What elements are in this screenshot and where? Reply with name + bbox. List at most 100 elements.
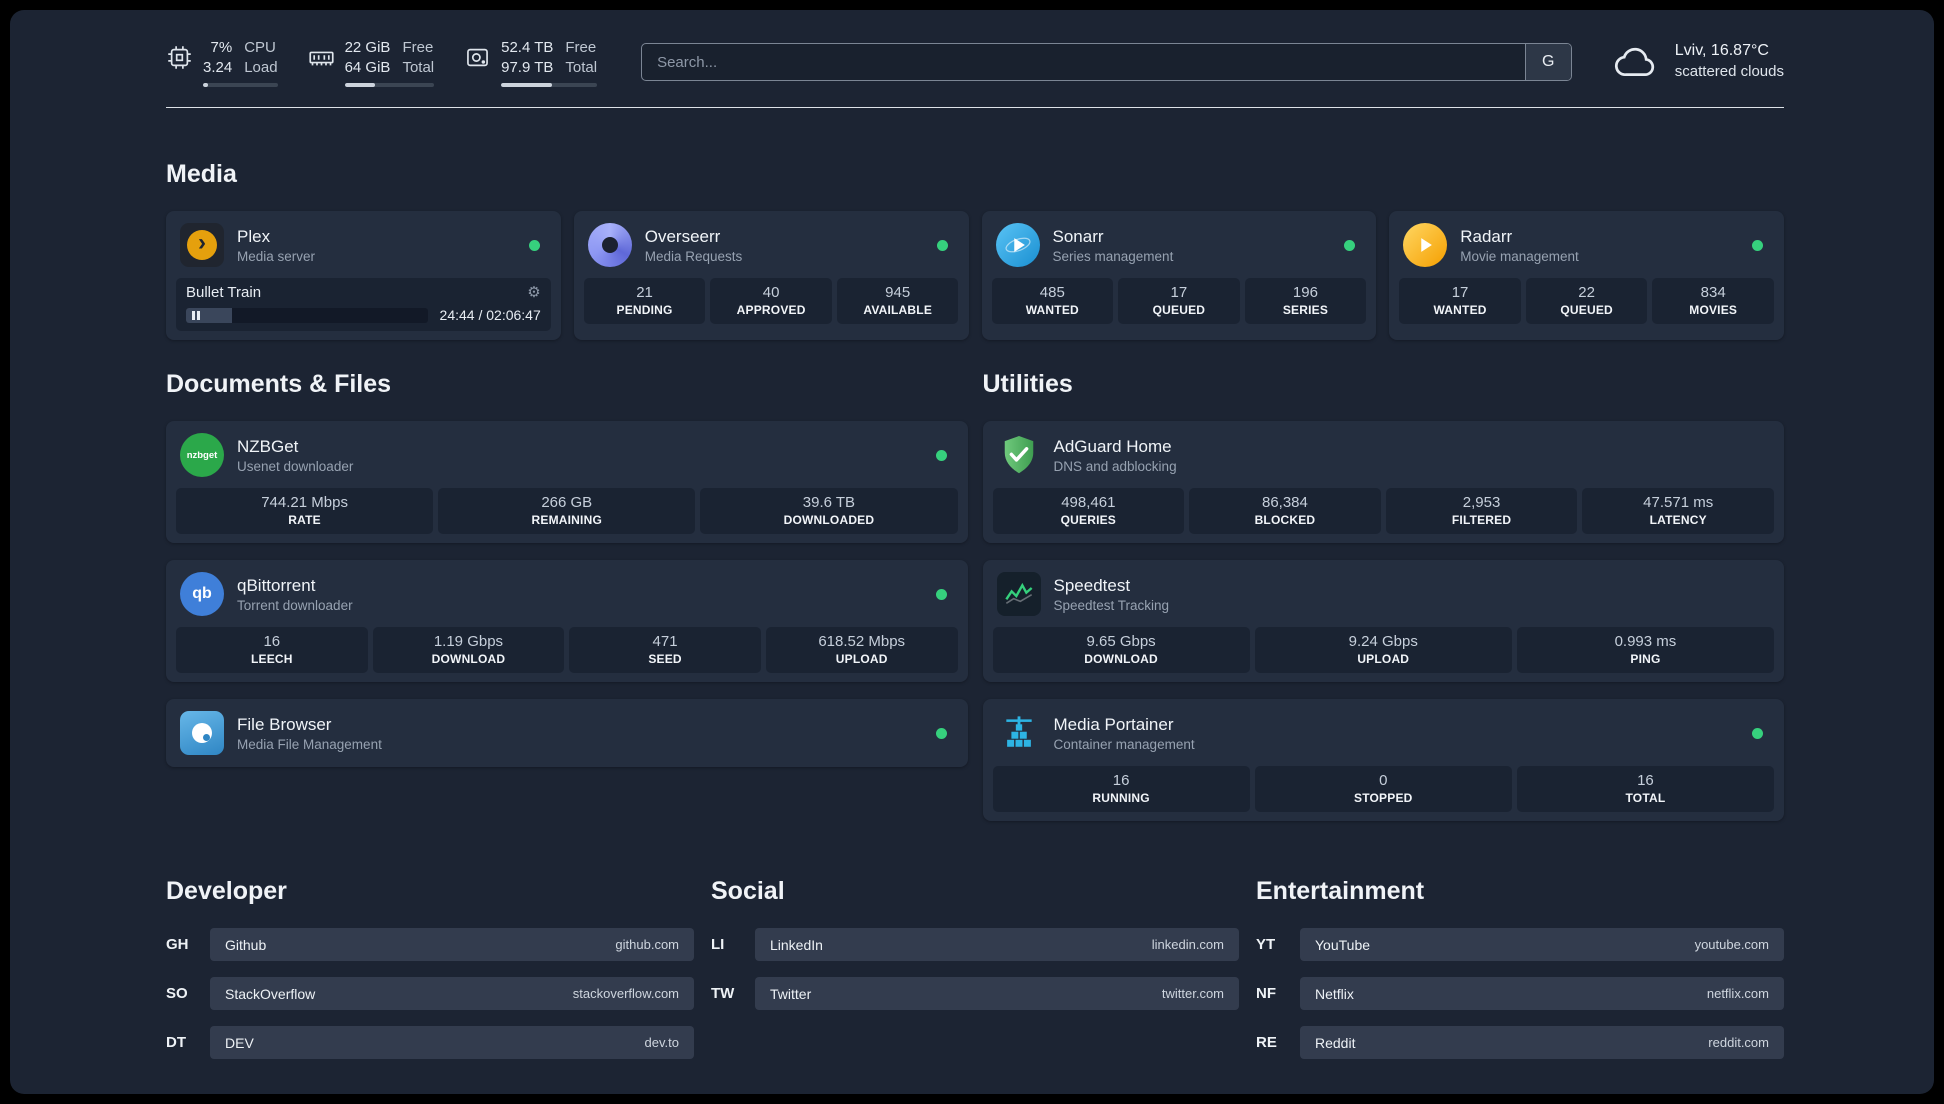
weather-condition: scattered clouds [1674, 62, 1784, 80]
service-subtitle: Media File Management [237, 736, 382, 752]
service-card-speedtest[interactable]: Speedtest Speedtest Tracking 9.65 Gbps D… [982, 560, 1784, 682]
overseerr-icon [587, 223, 632, 267]
cpu-label-top: CPU [244, 39, 276, 56]
memory-label-total: Total [402, 58, 435, 76]
bookmark-stackoverflow[interactable]: SO StackOverflow stackoverflow.com [166, 977, 694, 1010]
plex-icon: › [180, 223, 224, 267]
memory-usage-bar [344, 83, 435, 87]
media-section-title: Media [166, 160, 237, 188]
service-subtitle: Series management [1052, 248, 1174, 264]
stat-series: 196 SERIES [1244, 278, 1367, 324]
service-name: NZBGet [237, 436, 299, 456]
stat-upload: 618.52 Mbps UPLOAD [765, 627, 958, 673]
service-card-sonarr[interactable]: Sonarr Series management 485 WANTED 17 Q… [981, 211, 1377, 340]
bookmark-github[interactable]: GH Github github.com [166, 928, 694, 961]
bookmark-linkedin[interactable]: LI LinkedIn linkedin.com [711, 928, 1239, 961]
cpu-icon [168, 46, 191, 69]
qbittorrent-icon: qb [180, 572, 224, 616]
disk-label-total: Total [565, 58, 598, 76]
bookmark-youtube[interactable]: YT YouTube youtube.com [1256, 928, 1784, 961]
service-card-filebrowser[interactable]: File Browser Media File Management [166, 699, 968, 767]
service-card-qbittorrent[interactable]: qb qBittorrent Torrent downloader 16 LEE… [166, 560, 968, 682]
service-card-nzbget[interactable]: nzbget NZBGet Usenet downloader 744.21 M… [166, 421, 968, 543]
playback-progress-bar[interactable] [186, 307, 428, 323]
bookmark-dev[interactable]: DT DEV dev.to [166, 1026, 694, 1059]
service-card-adguard[interactable]: AdGuard Home DNS and adblocking 498,461 … [982, 421, 1784, 543]
stat-rate: 744.21 Mbps RATE [176, 488, 434, 534]
plex-now-playing: Bullet Train ⚙ 24:44 / 02:06:47 [176, 278, 551, 331]
memory-free-value: 22 GiB [344, 39, 391, 56]
status-dot [1344, 239, 1356, 251]
service-subtitle: DNS and adblocking [1053, 458, 1177, 474]
stat-download: 9.65 Gbps DOWNLOAD [992, 627, 1250, 673]
service-name: Overseerr [644, 226, 721, 246]
cpu-usage-bar [203, 83, 278, 87]
bookmark-reddit[interactable]: RE Reddit reddit.com [1256, 1026, 1784, 1059]
disk-widget: 52.4 TB 97.9 TB Free Total [464, 38, 598, 87]
search-provider-button[interactable]: G [1524, 44, 1571, 80]
status-dot [1752, 239, 1763, 251]
section-utilities: Utilities AdGuard Home DNS and adblockin… [982, 370, 1784, 821]
cpu-label-bottom: Load [244, 58, 278, 76]
stat-stopped: 0 STOPPED [1254, 766, 1512, 812]
sonarr-icon [995, 223, 1040, 267]
bookmark-group-entertainment: Entertainment YT YouTube youtube.com NF … [1256, 877, 1784, 1059]
dashboard-panel: 7% 3.24 CPU Load 22 GiB 64 GiB Free Tota… [10, 10, 1934, 1094]
speedtest-icon [996, 572, 1041, 616]
service-name: Radarr [1460, 226, 1513, 246]
section-media: Media › Plex Media server Bullet Train ⚙… [166, 160, 1784, 340]
filebrowser-icon [180, 711, 224, 755]
service-card-radarr[interactable]: Radarr Movie management 17 WANTED 22 QUE… [1389, 211, 1784, 340]
stat-filtered: 2,953 FILTERED [1385, 488, 1578, 534]
screen-frame: 7% 3.24 CPU Load 22 GiB 64 GiB Free Tota… [0, 0, 1944, 1104]
service-subtitle: Torrent downloader [237, 597, 353, 613]
stat-total: 16 TOTAL [1516, 766, 1775, 812]
gear-icon[interactable]: ⚙ [527, 285, 540, 300]
playback-time: 24:44 / 02:06:47 [439, 307, 541, 323]
topbar: 7% 3.24 CPU Load 22 GiB 64 GiB Free Tota… [166, 38, 1784, 87]
documents-section-title: Documents & Files [166, 370, 392, 398]
status-dot [935, 727, 947, 739]
developer-section-title: Developer [166, 877, 287, 905]
stat-queued: 17 QUEUED [1118, 278, 1240, 324]
radarr-icon [1403, 223, 1448, 267]
stat-leech: 16 LEECH [176, 627, 368, 673]
service-name: Sonarr [1052, 226, 1104, 246]
adguard-icon [997, 433, 1041, 477]
memory-label-free: Free [402, 39, 434, 56]
stat-blocked: 86,384 BLOCKED [1189, 488, 1381, 534]
service-name: Media Portainer [1053, 714, 1174, 734]
bookmark-twitter[interactable]: TW Twitter twitter.com [711, 977, 1239, 1010]
disk-icon [467, 48, 489, 67]
stat-available: 945 AVAILABLE [836, 278, 959, 324]
cloud-icon [1614, 47, 1654, 76]
topbar-divider [166, 107, 1784, 108]
service-name: File Browser [237, 714, 332, 734]
search-input[interactable] [642, 44, 1525, 80]
service-subtitle: Media server [237, 248, 316, 264]
bookmark-netflix[interactable]: NF Netflix netflix.com [1256, 977, 1784, 1010]
service-card-overseerr[interactable]: Overseerr Media Requests 21 PENDING 40 A… [573, 211, 969, 340]
stat-ping: 0.993 ms PING [1516, 627, 1775, 673]
service-subtitle: Speedtest Tracking [1053, 597, 1170, 613]
memory-widget: 22 GiB 64 GiB Free Total [308, 38, 435, 87]
section-documents: Documents & Files nzbget NZBGet Usenet d… [166, 370, 968, 767]
service-subtitle: Container management [1053, 736, 1195, 752]
pause-icon[interactable] [192, 310, 200, 320]
service-name: Plex [237, 226, 271, 246]
service-card-plex[interactable]: › Plex Media server Bullet Train ⚙ 24:44… [166, 211, 561, 340]
stat-upload: 9.24 Gbps UPLOAD [1254, 627, 1512, 673]
stat-wanted: 17 WANTED [1399, 278, 1521, 324]
stat-downloaded: 39.6 TB DOWNLOADED [700, 488, 958, 534]
weather-widget: Lviv, 16.87°C scattered clouds [1610, 40, 1784, 82]
service-card-portainer[interactable]: Media Portainer Container management 16 … [982, 699, 1784, 821]
stat-latency: 47.571 ms LATENCY [1582, 488, 1774, 534]
service-subtitle: Media Requests [644, 248, 743, 264]
cpu-value-load: 3.24 [203, 58, 233, 76]
cpu-widget: 7% 3.24 CPU Load [166, 38, 278, 87]
entertainment-section-title: Entertainment [1256, 877, 1425, 905]
stat-queries: 498,461 QUERIES [992, 488, 1185, 534]
disk-free-value: 52.4 TB [501, 39, 554, 56]
service-subtitle: Usenet downloader [237, 458, 354, 474]
status-dot [1752, 727, 1763, 739]
